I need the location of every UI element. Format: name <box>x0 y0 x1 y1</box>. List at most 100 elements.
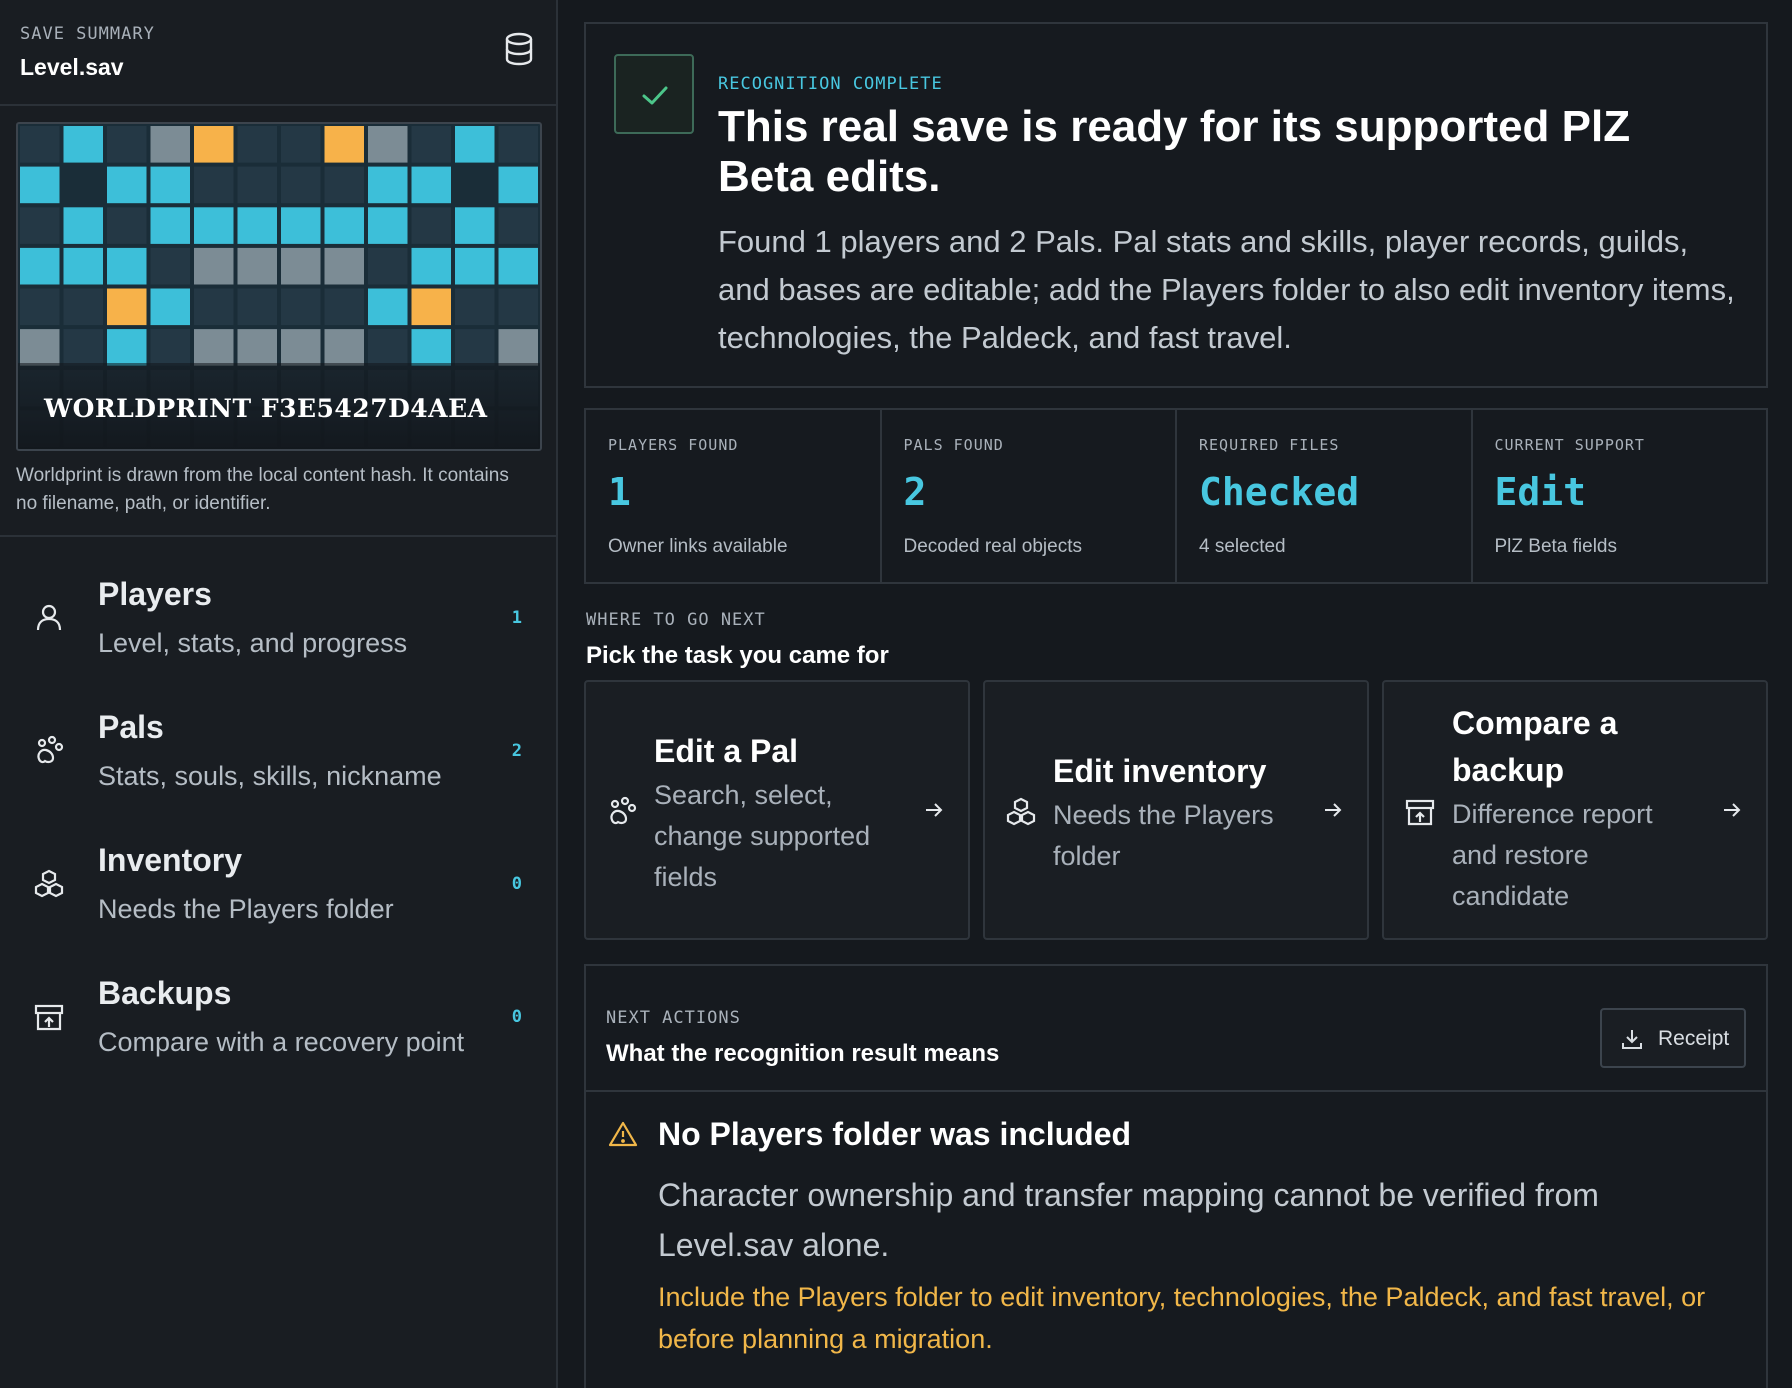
stat-required-files: REQUIRED FILES Checked 4 selected <box>1177 410 1473 582</box>
worldprint-cell <box>63 329 103 366</box>
worldprint-cell <box>498 247 538 285</box>
worldprint-label: WORLDPRINT F3E5427D4AEA <box>44 394 488 423</box>
worldprint-cell <box>411 247 451 285</box>
save-summary-header: SAVE SUMMARY Level.sav <box>0 0 556 106</box>
worldprint-cell <box>411 126 451 163</box>
task-title: Edit a Pal <box>654 733 799 769</box>
worldprint-cell <box>20 166 60 204</box>
sidebar-item-subtitle: Needs the Players folder <box>98 894 394 924</box>
task-text: Compare a backup Difference report and r… <box>1452 700 1702 917</box>
save-file-name: Level.sav <box>20 54 124 80</box>
worldprint-cell <box>107 126 147 163</box>
task-card-compare-backup[interactable]: Compare a backup Difference report and r… <box>1382 680 1768 940</box>
worldprint-cell <box>63 207 103 244</box>
sidebar-item-count: 0 <box>511 874 522 894</box>
stat-label: REQUIRED FILES <box>1199 436 1340 454</box>
task-card-edit-pal[interactable]: Edit a Pal Search, select, change suppor… <box>584 680 970 940</box>
worldprint-cell <box>324 329 364 366</box>
stat-pals-found: PALS FOUND 2 Decoded real objects <box>882 410 1177 582</box>
worldprint-cell <box>498 207 538 244</box>
worldprint-cell <box>411 288 451 326</box>
warning-title: No Players folder was included <box>658 1116 1132 1152</box>
worldprint-cell <box>63 288 103 326</box>
worldprint-cell <box>150 126 190 163</box>
check-icon <box>642 86 668 105</box>
stat-label: PLAYERS FOUND <box>608 436 739 454</box>
arrow-right-icon <box>926 803 943 817</box>
sidebar-item-title: Pals <box>98 709 164 745</box>
receipt-button[interactable]: Receipt <box>1600 1008 1746 1068</box>
hero-title: This real save is ready for its supporte… <box>718 102 1631 201</box>
task-subtitle: Difference report and restore candidate <box>1452 799 1653 911</box>
save-summary-eyebrow: SAVE SUMMARY <box>20 24 155 44</box>
next-actions-eyebrow: NEXT ACTIONS <box>606 1008 741 1028</box>
paw-icon <box>37 735 64 764</box>
worldprint-cell <box>368 288 408 326</box>
stat-label: PALS FOUND <box>903 436 1004 454</box>
worldprint-cell <box>150 288 190 326</box>
worldprint-cell <box>237 207 277 244</box>
worldprint-cell <box>455 166 495 204</box>
task-card-edit-inventory[interactable]: Edit inventory Needs the Players folder <box>983 680 1369 940</box>
worldprint-cell <box>455 288 495 326</box>
stat-current-support: CURRENT SUPPORT Edit PlZ Beta fields <box>1473 410 1767 582</box>
worldprint-cell <box>107 329 147 366</box>
next-eyebrow: WHERE TO GO NEXT <box>586 610 766 630</box>
sidebar-item-subtitle: Stats, souls, skills, nickname <box>98 761 442 791</box>
worldprint-cell <box>498 166 538 204</box>
stat-players-found: PLAYERS FOUND 1 Owner links available <box>586 410 882 582</box>
worldprint-cell <box>324 288 364 326</box>
worldprint-caption: Worldprint is drawn from the local conte… <box>16 465 509 514</box>
worldprint-cell <box>63 166 103 204</box>
next-title: Pick the task you came for <box>586 642 889 669</box>
user-icon <box>36 604 62 631</box>
worldprint-cell <box>107 166 147 204</box>
worldprint-cell <box>237 247 277 285</box>
worldprint-cell <box>455 207 495 244</box>
stat-value: 1 <box>608 470 631 514</box>
worldprint-cell <box>20 329 60 366</box>
stat-note: 4 selected <box>1199 536 1286 557</box>
sidebar-item-subtitle: Compare with a recovery point <box>98 1027 465 1057</box>
warning-body: Character ownership and transfer mapping… <box>658 1177 1599 1263</box>
worldprint-cell <box>281 247 321 285</box>
sidebar-item-players[interactable]: Players Level, stats, and progress 1 <box>0 576 556 686</box>
worldprint-cell <box>63 126 103 163</box>
worldprint-cell <box>107 288 147 326</box>
sidebar-item-pals[interactable]: Pals Stats, souls, skills, nickname 2 <box>0 709 556 819</box>
task-text: Edit inventory Needs the Players folder <box>1053 748 1303 877</box>
stat-label: CURRENT SUPPORT <box>1494 436 1645 454</box>
worldprint-cell <box>455 329 495 366</box>
sidebar-item-title: Inventory <box>98 842 243 878</box>
recognition-hero: RECOGNITION COMPLETE This real save is r… <box>584 22 1768 388</box>
sidebar-item-count: 2 <box>511 741 522 761</box>
boxes-icon <box>1006 797 1036 826</box>
worldprint-cell <box>20 247 60 285</box>
sidebar-item-subtitle: Level, stats, and progress <box>98 628 408 658</box>
task-subtitle: Needs the Players folder <box>1053 800 1274 871</box>
worldprint-cell <box>107 247 147 285</box>
worldprint-cell <box>281 126 321 163</box>
worldprint-cell <box>368 207 408 244</box>
arrow-right-icon <box>1325 803 1342 817</box>
task-subtitle: Search, select, change supported fields <box>654 780 871 892</box>
worldprint-cell <box>281 166 321 204</box>
sidebar: SAVE SUMMARY Level.sav WORLDPRINT F3E542… <box>0 0 558 1388</box>
worldprint-cell <box>107 207 147 244</box>
boxes-icon <box>34 869 64 898</box>
sidebar-item-count: 0 <box>511 1007 522 1027</box>
hero-eyebrow: RECOGNITION COMPLETE <box>718 74 943 94</box>
worldprint-cell <box>324 126 364 163</box>
worldprint-cell <box>150 207 190 244</box>
stat-note: Decoded real objects <box>903 536 1083 557</box>
worldprint-cell <box>368 166 408 204</box>
sidebar-item-backups[interactable]: Backups Compare with a recovery point 0 <box>0 975 556 1085</box>
sidebar-item-title: Backups <box>98 975 232 1011</box>
worldprint-cell <box>455 247 495 285</box>
worldprint-cell <box>324 247 364 285</box>
sidebar-item-inventory[interactable]: Inventory Needs the Players folder 0 <box>0 842 556 952</box>
archive-icon <box>34 1004 64 1031</box>
check-badge <box>614 54 694 134</box>
worldprint-cell <box>498 329 538 366</box>
worldprint-cell <box>368 126 408 163</box>
